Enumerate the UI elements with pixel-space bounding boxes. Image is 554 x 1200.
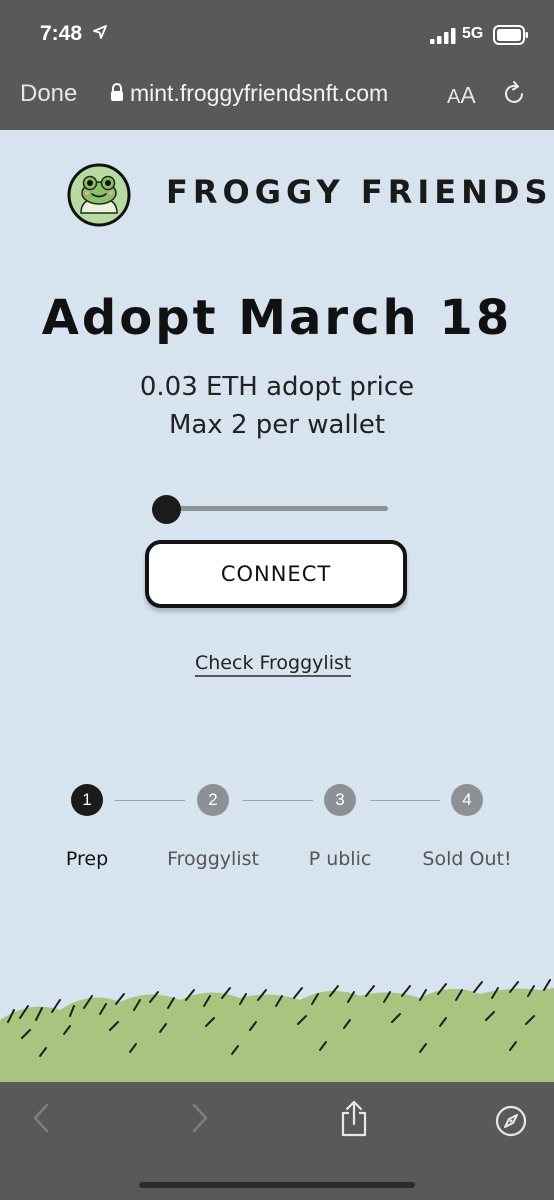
check-froggylist-link[interactable]: Check Froggylist (195, 652, 352, 677)
network-type: 5G (462, 25, 484, 42)
compass-icon[interactable] (494, 1104, 528, 1138)
text-size-large: A (460, 82, 476, 108)
signal-bars-icon (430, 28, 456, 44)
reload-icon[interactable] (503, 81, 527, 107)
text-size-button[interactable]: AA (447, 82, 476, 109)
quantity-slider[interactable] (152, 494, 388, 524)
brand-title: FROGGY FRIENDS (166, 173, 553, 211)
step-connector (115, 800, 185, 801)
status-time: 7:48 (40, 22, 83, 45)
frog-logo-avatar (67, 163, 131, 227)
step-1-label: Prep (65, 848, 109, 870)
battery-icon (493, 25, 528, 45)
location-arrow-icon (93, 25, 107, 39)
browser-bottom-toolbar (0, 1082, 554, 1200)
text-size-small: A (447, 86, 461, 108)
adopt-price: 0.03 ETH adopt price (139, 372, 415, 402)
home-indicator (139, 1182, 415, 1188)
step-2-circle: 2 (197, 784, 229, 816)
chevron-left-icon[interactable] (30, 1102, 52, 1134)
browser-top-bar: 7:48 5G Done mint.froggyfriendsnft.com A… (0, 0, 554, 130)
step-connector (243, 800, 313, 801)
step-connector (370, 800, 440, 801)
chevron-right-icon[interactable] (189, 1102, 211, 1134)
page-headline: Adopt March 18 (41, 290, 513, 346)
lock-icon (111, 83, 123, 101)
slider-track[interactable] (166, 506, 388, 511)
grass-illustration (0, 979, 554, 1082)
connect-button[interactable]: CONNECT (145, 540, 407, 608)
step-1-circle: 1 (71, 784, 103, 816)
step-2-label: Froggylist (167, 848, 259, 870)
step-3-label: P ublic (308, 848, 372, 870)
step-3-circle: 3 (324, 784, 356, 816)
done-button[interactable]: Done (20, 80, 77, 108)
max-per-wallet: Max 2 per wallet (168, 410, 386, 440)
share-icon[interactable] (338, 1100, 370, 1138)
step-4-circle: 4 (451, 784, 483, 816)
step-4-label: Sold Out! (422, 848, 512, 870)
url-address[interactable]: mint.froggyfriendsnft.com (130, 80, 388, 107)
slider-thumb[interactable] (152, 495, 181, 524)
